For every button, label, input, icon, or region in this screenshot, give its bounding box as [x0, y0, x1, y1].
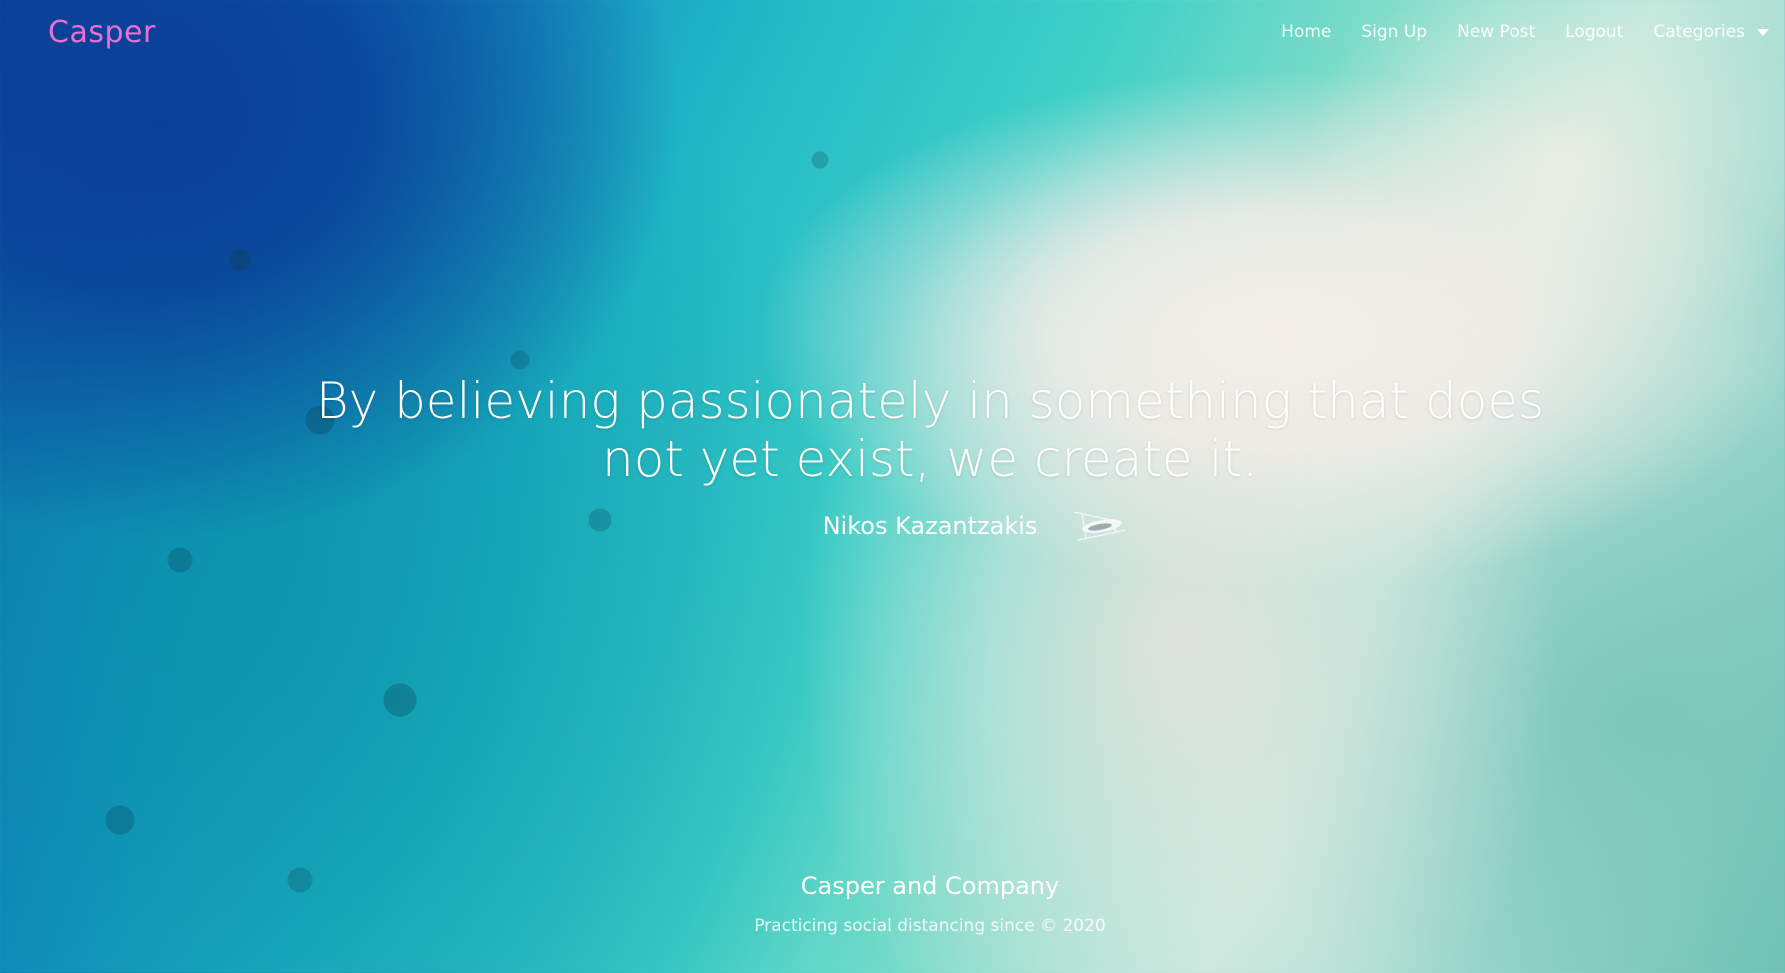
- hero: By believing passionately in something t…: [0, 372, 1785, 540]
- nav-logout[interactable]: Logout: [1565, 22, 1623, 42]
- nav-home[interactable]: Home: [1281, 22, 1331, 42]
- footer-note: Practicing social distancing since © 202…: [754, 916, 1106, 936]
- brand-logo[interactable]: Casper: [48, 15, 156, 50]
- nav-links: Home Sign Up New Post Logout Categories: [1281, 22, 1769, 42]
- nav-sign-up[interactable]: Sign Up: [1361, 22, 1427, 42]
- footer: Casper and Company Practicing social dis…: [0, 872, 1785, 936]
- hero-quote: By believing passionately in something t…: [315, 372, 1545, 488]
- hero-author: Nikos Kazantzakis: [822, 512, 1038, 540]
- footer-title: Casper and Company: [800, 872, 1060, 900]
- categories-label: Categories: [1653, 22, 1745, 42]
- categories-dropdown[interactable]: Categories: [1653, 22, 1769, 42]
- nav-new-post[interactable]: New Post: [1457, 22, 1535, 42]
- navbar: Casper Home Sign Up New Post Logout Cate…: [0, 0, 1785, 64]
- caret-down-icon: [1757, 28, 1769, 36]
